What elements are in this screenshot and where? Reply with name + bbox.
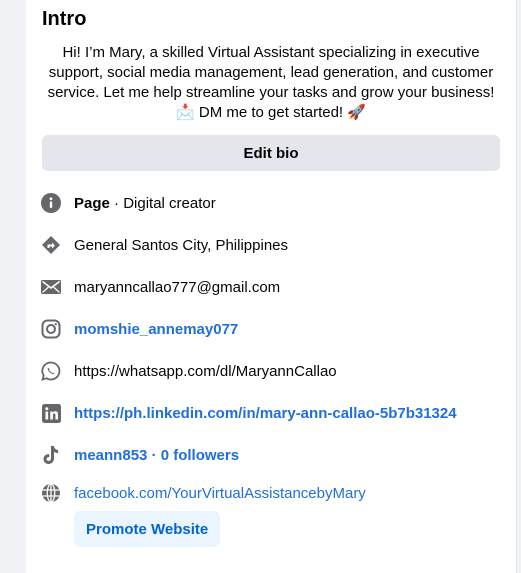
detail-location: General Santos City, Philippines bbox=[40, 233, 510, 257]
bio-text: Hi! I’m Mary, a skilled Virtual Assistan… bbox=[42, 43, 500, 123]
detail-instagram: momshie_annemay077 bbox=[40, 317, 510, 341]
location-text: General Santos City, Philippines bbox=[74, 236, 288, 254]
detail-whatsapp: https://whatsapp.com/dl/MaryannCallao bbox=[40, 359, 510, 383]
linkedin-link[interactable]: https://ph.linkedin.com/in/mary-ann-call… bbox=[74, 405, 457, 422]
detail-website: facebook.com/YourVirtualAssistancebyMary bbox=[40, 481, 510, 505]
page-category: Digital creator bbox=[123, 194, 216, 212]
intro-title: Intro bbox=[42, 8, 87, 30]
detail-tiktok: meann853 · 0 followers bbox=[40, 443, 510, 467]
page-separator: · bbox=[109, 194, 124, 212]
instagram-icon bbox=[40, 318, 62, 340]
globe-icon bbox=[40, 482, 62, 504]
bio-body: Hi! I’m Mary, a skilled Virtual Assistan… bbox=[47, 44, 495, 101]
website-link[interactable]: facebook.com/YourVirtualAssistancebyMary bbox=[74, 485, 366, 502]
detail-page-category: Page · Digital creator bbox=[40, 191, 510, 215]
mail-emoji: 📩 bbox=[176, 104, 195, 121]
email-text: maryanncallao777@gmail.com bbox=[74, 278, 281, 296]
intro-card: Intro Hi! I’m Mary, a skilled Virtual As… bbox=[26, 0, 517, 573]
detail-linkedin: https://ph.linkedin.com/in/mary-ann-call… bbox=[40, 401, 510, 425]
mail-icon bbox=[40, 276, 62, 298]
tiktok-link[interactable]: meann853 · 0 followers bbox=[74, 447, 239, 464]
promote-website-button[interactable]: Promote Website bbox=[74, 511, 221, 547]
tiktok-icon bbox=[40, 444, 62, 466]
instagram-link[interactable]: momshie_annemay077 bbox=[74, 321, 238, 338]
whatsapp-text: https://whatsapp.com/dl/MaryannCallao bbox=[74, 362, 337, 380]
linkedin-icon bbox=[40, 402, 62, 424]
page-label: Page bbox=[74, 194, 110, 212]
whatsapp-icon bbox=[40, 360, 62, 382]
detail-email: maryanncallao777@gmail.com bbox=[40, 275, 510, 299]
info-icon bbox=[40, 192, 62, 214]
location-arrow-icon bbox=[40, 234, 62, 256]
rocket-emoji: 🚀 bbox=[347, 104, 366, 121]
edit-bio-button[interactable]: Edit bio bbox=[42, 135, 500, 171]
bio-cta: DM me to get started! bbox=[198, 104, 344, 121]
